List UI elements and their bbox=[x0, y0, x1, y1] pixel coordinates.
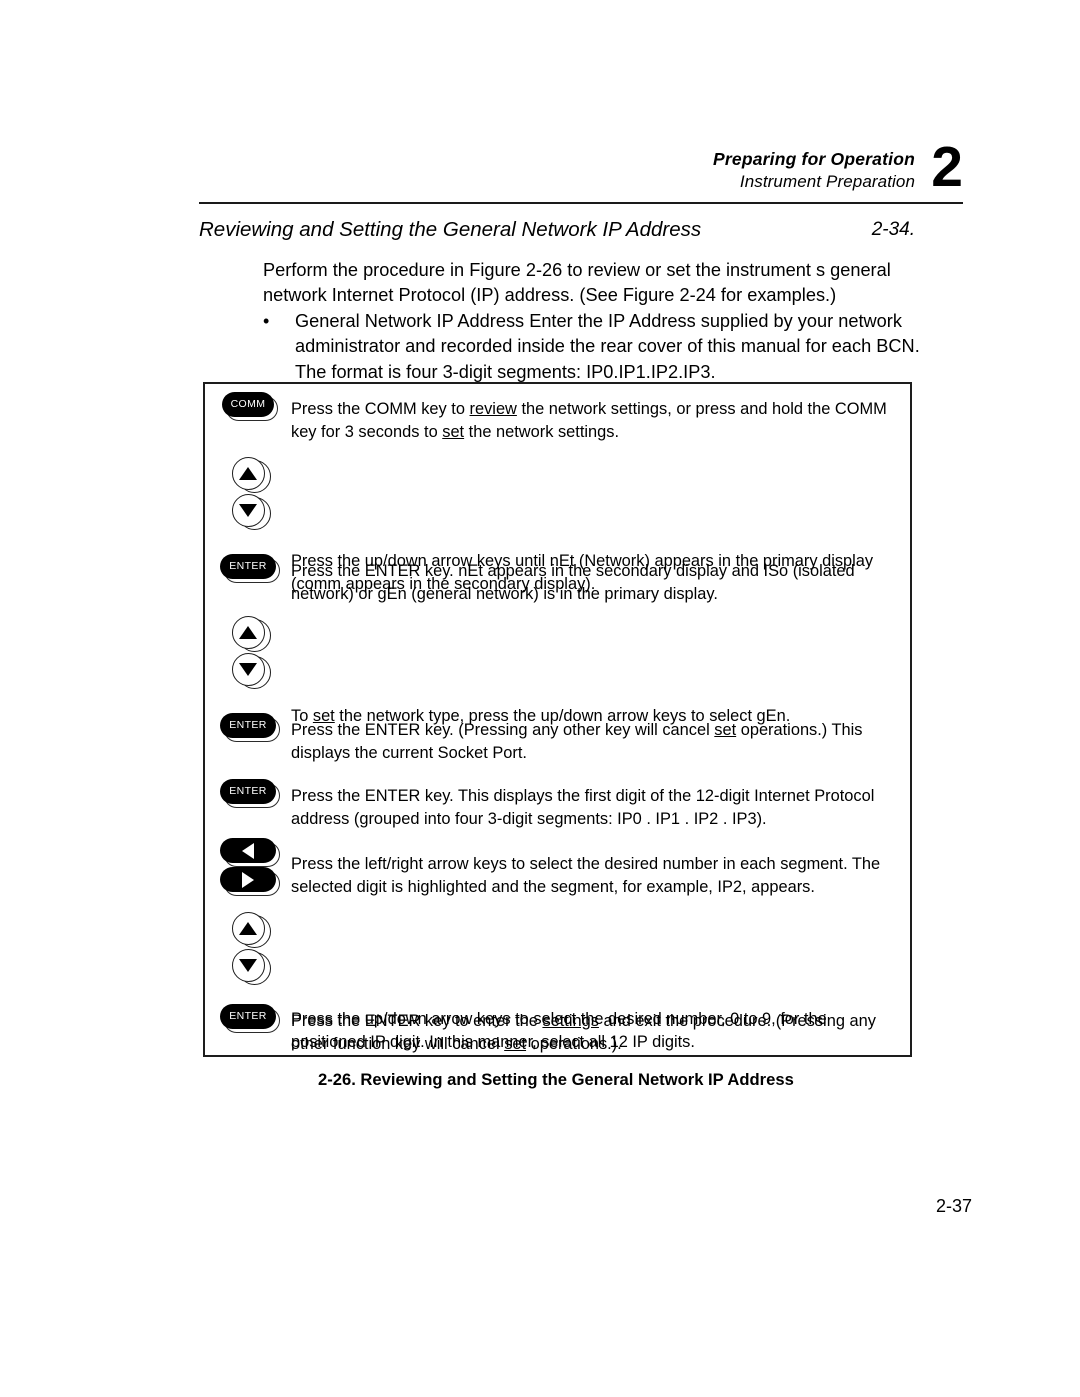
triangle-right-icon bbox=[242, 871, 254, 888]
key-label: COMM bbox=[230, 398, 266, 411]
key-label: ENTER bbox=[229, 560, 267, 573]
running-header-text: Preparing for Operation Instrument Prepa… bbox=[713, 148, 915, 194]
figure-caption: 2-26. Reviewing and Setting the General … bbox=[318, 1070, 794, 1089]
document-page: Preparing for Operation Instrument Prepa… bbox=[0, 0, 1080, 1397]
bullet-item-text: General Network IP Address Enter the IP … bbox=[295, 311, 920, 382]
header-chapter-title: Preparing for Operation bbox=[713, 149, 915, 169]
key-cap bbox=[231, 616, 265, 649]
step-instruction-text: Press the ENTER key to enter the setting… bbox=[291, 1012, 876, 1054]
step-instruction-text: Press the ENTER key. (Pressing any other… bbox=[291, 721, 863, 763]
triangle-left-icon bbox=[242, 842, 254, 859]
arrow-right-key-icon[interactable] bbox=[220, 867, 280, 896]
section-number: 2-34. bbox=[871, 219, 915, 240]
key-cap bbox=[231, 457, 265, 490]
step-key-icons: ENTER bbox=[205, 1004, 291, 1033]
arrow-down-key-icon[interactable] bbox=[231, 653, 271, 689]
triangle-up-icon bbox=[239, 922, 257, 935]
key-cap: ENTER bbox=[220, 779, 276, 804]
step-instruction-text: Press the ENTER key. This displays the f… bbox=[291, 787, 875, 829]
running-header: Preparing for Operation Instrument Prepa… bbox=[199, 139, 963, 200]
procedure-step-list: COMM Press the COMM key to review the net… bbox=[205, 384, 910, 1055]
key-cap bbox=[231, 653, 265, 686]
procedure-step: ENTER Press the ENTER key. (Pressing any … bbox=[205, 713, 910, 766]
procedure-step: ENTER Press the ENTER key. nEt appears in… bbox=[205, 554, 910, 607]
key-cap: COMM bbox=[222, 392, 274, 417]
key-cap bbox=[231, 949, 265, 982]
list-item: • General Network IP Address Enter the I… bbox=[263, 309, 953, 385]
key-cap: ENTER bbox=[220, 713, 276, 738]
key-cap: ENTER bbox=[220, 1004, 276, 1029]
key-label: ENTER bbox=[229, 785, 267, 798]
arrow-down-key-icon[interactable] bbox=[231, 494, 271, 530]
step-instruction-text: Press the COMM key to review the network… bbox=[291, 400, 887, 442]
triangle-up-icon bbox=[239, 467, 257, 480]
enter-key-icon[interactable]: ENTER bbox=[220, 554, 280, 583]
chapter-number: 2 bbox=[931, 135, 963, 199]
step-key-icons bbox=[205, 838, 291, 896]
bullet-list: • General Network IP Address Enter the I… bbox=[263, 309, 953, 385]
arrow-up-key-icon[interactable] bbox=[231, 616, 271, 652]
procedure-step: ENTER Press the ENTER key to enter the se… bbox=[205, 1004, 910, 1057]
key-cap: ENTER bbox=[220, 554, 276, 579]
enter-key-icon[interactable]: ENTER bbox=[220, 779, 280, 808]
intro-paragraph: Perform the procedure in Figure 2-26 to … bbox=[263, 260, 891, 306]
step-key-icons: ENTER bbox=[205, 554, 291, 583]
procedure-step: COMM Press the COMM key to review the net… bbox=[205, 392, 910, 445]
triangle-down-icon bbox=[239, 959, 257, 972]
triangle-down-icon bbox=[239, 663, 257, 676]
key-cap bbox=[231, 494, 265, 527]
procedure-step: Press the left/right arrow keys to selec… bbox=[205, 838, 910, 900]
key-label: ENTER bbox=[229, 719, 267, 732]
step-key-icons bbox=[205, 912, 291, 985]
procedure-figure-box: COMM Press the COMM key to review the net… bbox=[203, 382, 912, 1057]
header-section-title: Instrument Preparation bbox=[739, 172, 915, 192]
triangle-up-icon bbox=[239, 626, 257, 639]
enter-key-icon[interactable]: ENTER bbox=[220, 1004, 280, 1033]
header-rule bbox=[199, 202, 963, 204]
bullet-marker-icon: • bbox=[263, 311, 270, 331]
arrow-down-key-icon[interactable] bbox=[231, 949, 271, 985]
step-instruction-text: Press the left/right arrow keys to selec… bbox=[291, 855, 881, 897]
triangle-down-icon bbox=[239, 504, 257, 517]
procedure-step: ENTER Press the ENTER key. This displays … bbox=[205, 779, 910, 832]
arrow-up-key-icon[interactable] bbox=[231, 912, 271, 948]
step-key-icons: COMM bbox=[205, 392, 291, 421]
step-key-icons: ENTER bbox=[205, 779, 291, 808]
step-key-icons bbox=[205, 616, 291, 689]
key-cap bbox=[231, 912, 265, 945]
arrow-up-key-icon[interactable] bbox=[231, 457, 271, 493]
key-label: ENTER bbox=[229, 1010, 267, 1023]
step-key-icons: ENTER bbox=[205, 713, 291, 742]
page-number: 2-37 bbox=[935, 1196, 972, 1216]
step-instruction-text: Press the ENTER key. nEt appears in the … bbox=[291, 562, 855, 604]
arrow-left-key-icon[interactable] bbox=[220, 838, 280, 867]
comm-key-icon[interactable]: COMM bbox=[222, 392, 278, 421]
step-key-icons bbox=[205, 457, 291, 530]
enter-key-icon[interactable]: ENTER bbox=[220, 713, 280, 742]
section-heading: Reviewing and Setting the General Networ… bbox=[199, 218, 963, 246]
key-cap bbox=[220, 867, 276, 892]
page-title: Reviewing and Setting the General Networ… bbox=[199, 218, 702, 241]
key-cap bbox=[220, 838, 276, 863]
